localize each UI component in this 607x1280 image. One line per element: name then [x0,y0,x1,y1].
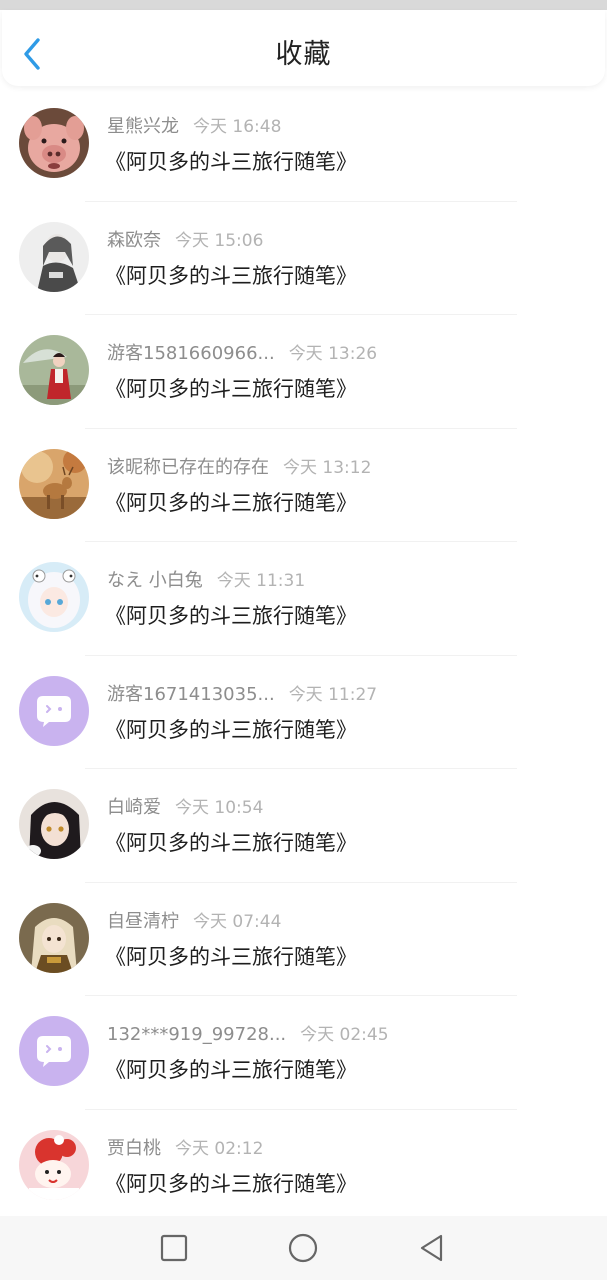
list-item[interactable]: 星熊兴龙 今天 16:48 《阿贝多的斗三旅行随笔》 [0,88,607,202]
default-chat-avatar-icon [19,1016,89,1086]
timestamp: 今天 07:44 [193,911,282,932]
timestamp: 今天 02:45 [300,1025,389,1045]
deer-avatar-image [19,448,89,519]
book-title[interactable]: 《阿贝多的斗三旅行随笔》 [105,941,357,971]
user-name: 132***919_99728... [107,1024,287,1045]
book-title[interactable]: 《阿贝多的斗三旅行随笔》 [105,600,357,630]
recents-button[interactable] [156,1230,192,1266]
list-item[interactable]: 游客1581660966... 今天 13:26 《阿贝多的斗三旅行随笔》 [0,315,607,429]
avatar[interactable] [19,108,89,178]
avatar[interactable] [19,1129,89,1200]
user-name: なえ 小白兔 [107,570,203,591]
book-title[interactable]: 《阿贝多的斗三旅行随笔》 [105,146,357,176]
book-title[interactable]: 《阿贝多的斗三旅行随笔》 [105,487,357,517]
square-icon [160,1234,188,1262]
header-bar: 收藏 [2,10,605,86]
anime-gold-avatar-image [19,902,89,973]
list-item[interactable]: 白崎爱 今天 10:54 《阿贝多的斗三旅行随笔》 [0,769,607,883]
avatar[interactable] [19,1016,89,1086]
anime-white-hair-avatar-image [19,562,89,632]
book-title[interactable]: 《阿贝多的斗三旅行随笔》 [105,373,357,403]
avatar[interactable] [19,789,89,859]
avatar[interactable] [19,902,89,973]
user-name: 自昼清柠 [107,910,179,932]
avatar[interactable] [19,221,89,292]
avatar[interactable] [19,448,89,519]
default-chat-avatar-icon [19,675,89,746]
list-item[interactable]: 该昵称已存在的存在 今天 13:12 《阿贝多的斗三旅行随笔》 [0,429,607,542]
user-name: 白崎爱 [107,797,161,818]
home-button[interactable] [285,1230,321,1266]
list-item[interactable]: 132***919_99728... 今天 02:45 《阿贝多的斗三旅行随笔》 [0,996,607,1110]
system-nav-bar [0,1216,607,1280]
pig-avatar-image [19,108,89,178]
book-title[interactable]: 《阿贝多的斗三旅行随笔》 [105,1054,357,1084]
anime-dark-hair-avatar-image [19,789,89,859]
list-item[interactable]: 游客1671413035... 今天 11:27 《阿贝多的斗三旅行随笔》 [0,656,607,769]
circle-icon [288,1233,318,1263]
triangle-back-icon [420,1234,443,1262]
list-item[interactable]: 森欧奈 今天 15:06 《阿贝多的斗三旅行随笔》 [0,202,607,315]
page-title: 收藏 [275,39,332,70]
favorites-list: 星熊兴龙 今天 16:48 《阿贝多的斗三旅行随笔》 森欧奈 今天 15:06 《阿… [0,88,607,1223]
timestamp: 今天 10:54 [175,798,264,818]
timestamp: 今天 13:12 [283,457,372,478]
status-strip [0,0,607,10]
user-name: 该昵称已存在的存在 [107,456,269,478]
user-name: 游客1581660966... [107,343,275,364]
book-title[interactable]: 《阿贝多的斗三旅行随笔》 [105,1168,357,1198]
timestamp: 今天 11:27 [288,684,378,705]
book-title[interactable]: 《阿贝多的斗三旅行随笔》 [105,714,357,744]
book-title[interactable]: 《阿贝多的斗三旅行随笔》 [105,260,357,290]
avatar[interactable] [19,562,89,632]
sketch-girl-avatar-image [19,221,89,292]
timestamp: 今天 11:31 [216,571,306,591]
timestamp: 今天 16:48 [193,117,282,137]
user-name: 游客1671413035... [107,683,275,705]
back-nav-button[interactable] [414,1230,450,1266]
avatar[interactable] [19,335,89,405]
list-item[interactable]: 自昼清柠 今天 07:44 《阿贝多的斗三旅行随笔》 [0,883,607,996]
timestamp: 今天 15:06 [175,230,264,251]
avatar[interactable] [19,675,89,746]
umbrella-girl-avatar-image [19,335,89,405]
cartoon-red-avatar-image [19,1129,89,1200]
user-name: 森欧奈 [107,229,161,251]
list-item[interactable]: 贾白桃 今天 02:12 《阿贝多的斗三旅行随笔》 [0,1110,607,1224]
timestamp: 今天 02:12 [175,1138,264,1159]
book-title[interactable]: 《阿贝多的斗三旅行随笔》 [105,827,357,857]
user-name: 星熊兴龙 [107,116,179,137]
list-item[interactable]: なえ 小白兔 今天 11:31 《阿贝多的斗三旅行随笔》 [0,542,607,656]
timestamp: 今天 13:26 [288,344,378,364]
user-name: 贾白桃 [107,1137,161,1159]
